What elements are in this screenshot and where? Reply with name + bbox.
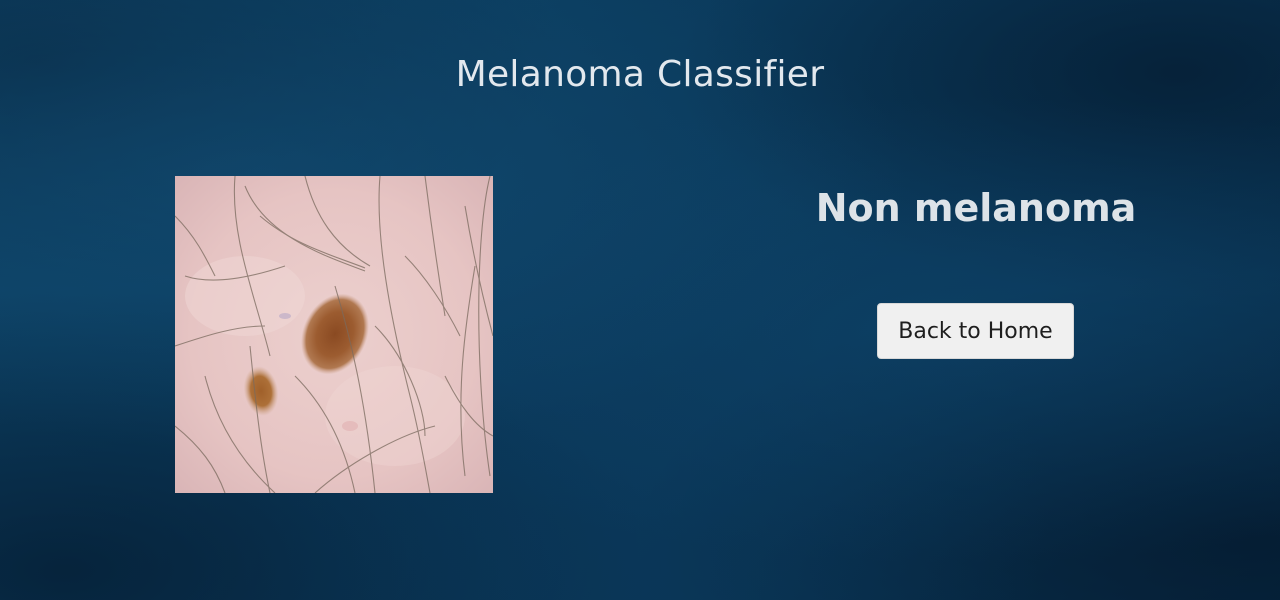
- result-label: Non melanoma: [815, 186, 1137, 230]
- page-title: Melanoma Classifier: [455, 54, 825, 95]
- lesion-image: [175, 176, 493, 493]
- back-to-home-button[interactable]: Back to Home: [877, 303, 1074, 359]
